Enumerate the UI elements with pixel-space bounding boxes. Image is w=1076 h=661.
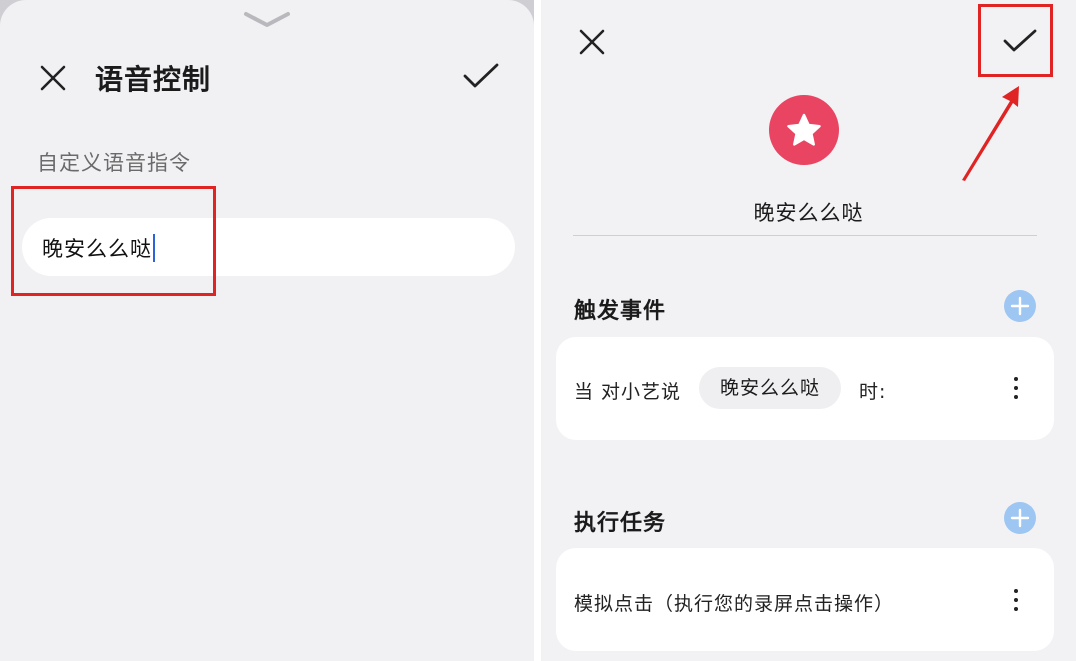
highlight-box-confirm	[978, 4, 1053, 77]
voice-control-panel: 语音控制 自定义语音指令 晚安么么哒	[0, 0, 534, 661]
trigger-card[interactable]: 当 对小艺说 晚安么么哒 时:	[556, 337, 1054, 440]
highlight-box-input	[11, 186, 216, 296]
chevron-down-icon[interactable]	[242, 8, 292, 30]
panel-divider	[534, 0, 541, 661]
name-underline	[573, 235, 1037, 236]
arrow-icon	[962, 86, 1019, 181]
task-text: 模拟点击（执行您的录屏点击操作）	[574, 593, 895, 615]
task-card[interactable]: 模拟点击（执行您的录屏点击操作）	[556, 548, 1054, 651]
add-task-button[interactable]	[1004, 502, 1036, 534]
trigger-phrase-chip[interactable]: 晚安么么哒	[699, 367, 841, 409]
plus-icon	[1010, 508, 1030, 528]
page-title: 语音控制	[95, 63, 212, 96]
plus-icon	[1010, 296, 1030, 316]
bottom-sheet	[0, 0, 534, 661]
custom-command-label: 自定义语音指令	[37, 151, 191, 175]
rule-name[interactable]: 晚安么么哒	[541, 197, 1076, 227]
check-icon[interactable]	[462, 62, 500, 90]
close-icon[interactable]	[39, 64, 67, 92]
rule-badge	[769, 95, 839, 165]
trigger-suffix: 时:	[859, 381, 887, 403]
rule-edit-panel: 晚安么么哒 触发事件 当 对小艺说 晚安么么哒 时: 执行任务 模拟点击（执行您…	[541, 0, 1076, 661]
star-icon	[787, 113, 821, 146]
trigger-section-title: 触发事件	[574, 299, 667, 324]
more-vertical-icon[interactable]	[1011, 589, 1021, 616]
add-trigger-button[interactable]	[1004, 290, 1036, 322]
more-vertical-icon[interactable]	[1011, 377, 1021, 404]
trigger-prefix: 当 对小艺说	[574, 381, 682, 403]
close-icon[interactable]	[578, 28, 606, 56]
task-section-title: 执行任务	[574, 511, 667, 536]
